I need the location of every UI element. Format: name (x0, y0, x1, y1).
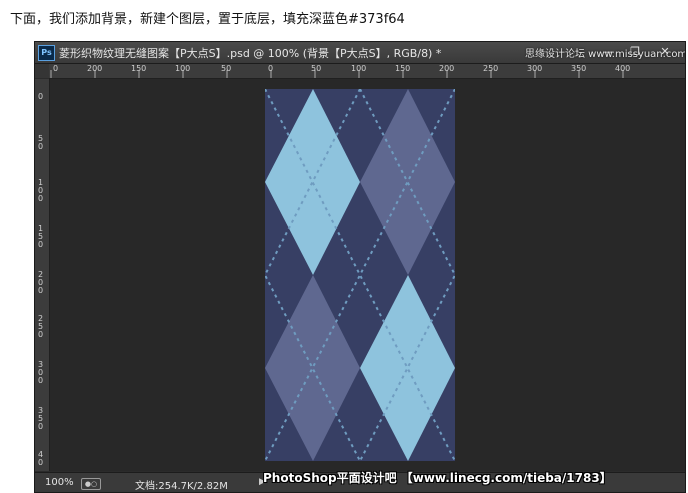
zoom-level[interactable]: 100% (45, 477, 74, 488)
photoshop-logo-icon: Ps (38, 45, 55, 61)
canvas-area[interactable] (50, 79, 685, 471)
ruler-top-label: 250 (483, 64, 499, 73)
ruler-top-label: 0 (53, 64, 59, 73)
document-info: 文档:254.7K/2.82M (135, 481, 228, 492)
ruler-left-label: 300 (38, 360, 44, 385)
ruler-left[interactable]: 0 50 100 150 200 250 300 350 40 (35, 79, 50, 471)
ruler-left-label: 0 (38, 92, 44, 101)
ruler-left-label: 150 (38, 224, 44, 249)
ruler-top-label: 200 (87, 64, 103, 73)
watermark-bottom: PhotoShop平面设计吧 【www.linecg.com/tieba/178… (263, 471, 612, 485)
ruler-top-label: 300 (527, 64, 543, 73)
ruler-left-label: 350 (38, 406, 44, 431)
title-bar[interactable]: Ps 菱形织物纹理无缝图案【P大点S】.psd @ 100% (背景【P大点S】… (35, 42, 685, 64)
ruler-left-label: 200 (38, 270, 44, 295)
status-icon[interactable]: ●○ (81, 478, 101, 490)
ruler-top-label: 100 (351, 64, 367, 73)
argyle-pattern-canvas[interactable] (265, 89, 455, 461)
ruler-top-label: 400 (615, 64, 631, 73)
ruler-top-label: 350 (571, 64, 587, 73)
ruler-top-label: 150 (131, 64, 147, 73)
ruler-left-label: 40 (38, 450, 44, 467)
ruler-corner[interactable] (35, 64, 49, 78)
ruler-left-label: 50 (38, 134, 44, 151)
ruler-left-label: 100 (38, 178, 44, 203)
photoshop-document-window: Ps 菱形织物纹理无缝图案【P大点S】.psd @ 100% (背景【P大点S】… (34, 41, 686, 493)
restore-icon[interactable]: ❐ (623, 44, 647, 60)
ruler-top-label: 50 (221, 64, 232, 73)
document-title: 菱形织物纹理无缝图案【P大点S】.psd @ 100% (背景【P大点S】, R… (59, 47, 442, 60)
ruler-top-label: 0 (268, 64, 274, 73)
close-icon[interactable]: ✕ (653, 44, 677, 60)
ruler-top-label: 200 (439, 64, 455, 73)
minimize-icon[interactable]: — (597, 44, 621, 60)
tutorial-caption: 下面，我们添加背景，新建个图层，置于底层，填充深蓝色#373f64 (10, 12, 405, 27)
ruler-left-label: 250 (38, 314, 44, 339)
ruler-top-label: 100 (175, 64, 191, 73)
ruler-top[interactable]: 0 200 150 100 50 0 50 100 150 200 250 30… (49, 64, 685, 79)
ruler-top-label: 150 (395, 64, 411, 73)
ruler-top-label: 50 (311, 64, 322, 73)
